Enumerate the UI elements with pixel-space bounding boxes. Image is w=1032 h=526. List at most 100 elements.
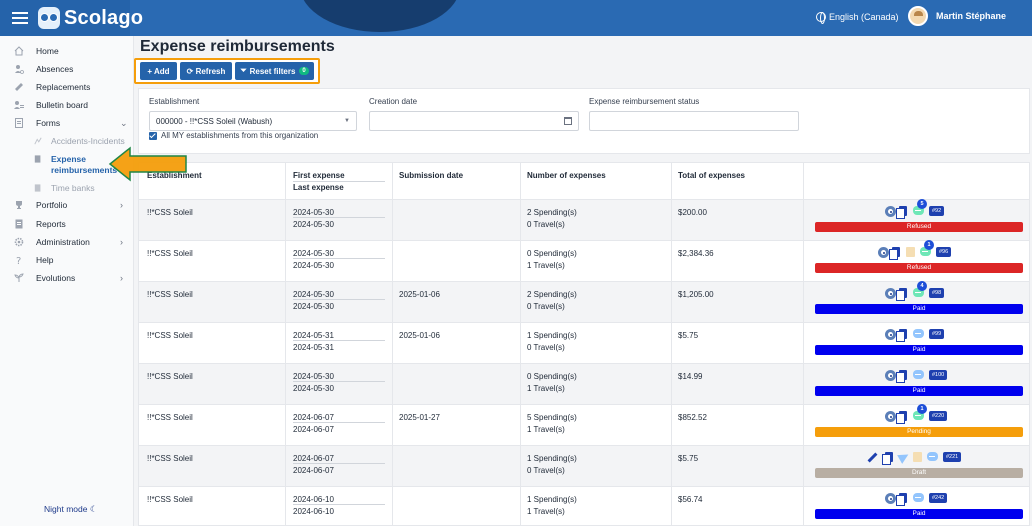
delete-trash-icon[interactable] [906,247,915,257]
row-travel-count: 0 Travel(s) [527,220,565,229]
highlight-arrow [108,146,187,182]
reimbursement-number-badge[interactable]: #99 [929,329,945,339]
row-establishment: !!*CSS Soleil [147,208,193,217]
delete-trash-icon[interactable] [913,452,922,462]
row-travel-count: 0 Travel(s) [527,302,565,311]
header-submission-date[interactable]: Submission date [399,171,463,180]
row-actions: 1 #220 Pending [811,404,1023,443]
copy-icon[interactable] [896,493,907,506]
all-establishments-checkbox[interactable]: All MY establishments from this organiza… [149,131,318,140]
table-row[interactable]: !!*CSS Soleil 2024-05-30 2024-05-30 2025-01… [139,281,1029,322]
app-logo[interactable]: Scolago [38,4,143,32]
edit-pencil-icon[interactable] [867,452,878,463]
row-spending-count: 0 Spending(s) [527,372,577,381]
cell-divider [293,504,385,505]
sprout-icon [14,273,24,282]
row-first-expense: 2024-05-30 [293,208,334,217]
establishment-select[interactable]: 000000 - !!*CSS Soleil (Wabush) ▼ [149,111,357,131]
all-establishments-label: All MY establishments from this organiza… [161,131,319,140]
establishment-label: Establishment [149,97,200,106]
comments-icon[interactable] [927,452,938,461]
copy-icon[interactable] [889,247,900,260]
copy-icon[interactable] [896,206,907,219]
sidebar-item-help[interactable]: ? Help [0,251,134,269]
reimbursement-number-badge[interactable]: #220 [929,411,948,421]
row-total: $5.75 [678,331,699,340]
table-row[interactable]: !!*CSS Soleil 2024-06-07 2024-06-07 1 Spend… [139,445,1029,486]
reimbursement-number-badge[interactable]: #96 [936,247,952,257]
sidebar-item-replacements[interactable]: Replacements [0,78,134,96]
reimbursement-number-badge[interactable]: #242 [929,493,948,503]
comments-icon[interactable] [913,493,924,502]
user-name: Martin Stéphane [936,11,1007,21]
copy-icon[interactable] [882,452,893,465]
reimbursement-number-badge[interactable]: #221 [943,452,962,462]
accident-icon [34,137,42,145]
view-eye-icon[interactable] [878,247,889,258]
view-eye-icon[interactable] [885,493,896,504]
reset-filters-button[interactable]: ⏷ Reset filters 0 [235,62,314,80]
header-last-expense[interactable]: Last expense [293,183,344,192]
view-eye-icon[interactable] [885,411,896,422]
view-eye-icon[interactable] [885,329,896,340]
reimbursement-number-badge[interactable]: #98 [929,288,945,298]
row-first-expense: 2024-05-30 [293,290,334,299]
header-total-of-expenses[interactable]: Total of expenses [678,171,745,180]
table-row[interactable]: !!*CSS Soleil 2024-05-31 2024-05-31 2025-01… [139,322,1029,363]
status-badge: Paid [815,304,1023,314]
filter-icon: ⏷ [240,66,247,75]
reimbursement-number-badge[interactable]: #100 [929,370,948,380]
table-row[interactable]: !!*CSS Soleil 2024-06-10 2024-06-10 1 Spend… [139,486,1029,525]
table-row[interactable]: !!*CSS Soleil 2024-06-07 2024-06-07 2025-01… [139,404,1029,445]
chevron-right-icon: › [120,273,123,283]
copy-icon[interactable] [896,288,907,301]
add-button[interactable]: + Add [140,62,177,80]
copy-icon[interactable] [896,411,907,424]
header-first-expense[interactable]: First expense [293,171,345,180]
view-eye-icon[interactable] [885,288,896,299]
column-divider [285,163,286,525]
column-divider [520,163,521,525]
user-menu[interactable]: Martin Stéphane [908,6,1006,26]
row-spending-count: 1 Spending(s) [527,454,577,463]
sidebar-item-reports[interactable]: Reports [0,215,134,233]
comments-icon[interactable] [913,329,924,338]
copy-icon[interactable] [896,329,907,342]
submit-send-icon[interactable] [897,450,911,464]
cell-divider [293,340,385,341]
table-row[interactable]: !!*CSS Soleil 2024-05-30 2024-05-30 2 Spend… [139,199,1029,240]
reimbursement-number-badge[interactable]: #92 [929,206,945,216]
column-divider [803,163,804,525]
avatar [908,6,928,26]
row-actions: #242 Paid [811,493,1023,525]
sidebar-item-home[interactable]: Home [0,42,134,60]
table-row[interactable]: !!*CSS Soleil 2024-05-30 2024-05-30 0 Spend… [139,240,1029,281]
sidebar-item-forms[interactable]: Forms ⌄ [0,114,134,132]
refresh-button[interactable]: ⟳ Refresh [180,62,232,80]
status-badge: Refused [815,222,1023,232]
language-selector[interactable]: English (Canada) [816,12,899,24]
night-mode-toggle[interactable]: Night mode ☾ [44,504,97,515]
hamburger-menu-icon[interactable] [12,9,28,25]
view-eye-icon[interactable] [885,206,896,217]
table-row[interactable]: !!*CSS Soleil 2024-05-30 2024-05-30 0 Spend… [139,363,1029,404]
creation-date-input[interactable] [369,111,579,131]
row-actions: 4 #98 Paid [811,281,1023,320]
sidebar-item-portfolio[interactable]: Portfolio › [0,196,134,214]
row-total: $56.74 [678,495,703,504]
view-eye-icon[interactable] [885,370,896,381]
calendar-icon [564,117,572,125]
sidebar-item-label: Replacements [36,82,91,92]
row-last-expense: 2024-05-30 [293,261,334,270]
row-travel-count: 1 Travel(s) [527,384,565,393]
sidebar-item-absences[interactable]: Absences [0,60,134,78]
sidebar-item-bulletin-board[interactable]: Bulletin board [0,96,134,114]
comments-icon[interactable] [913,370,924,379]
sidebar-item-evolutions[interactable]: Evolutions › [0,269,134,287]
status-badge: Paid [815,345,1023,355]
copy-icon[interactable] [896,370,907,383]
header-number-of-expenses[interactable]: Number of expenses [527,171,606,180]
sidebar-item-administration[interactable]: Administration › [0,233,134,251]
status-badge: Paid [815,509,1023,519]
status-select[interactable] [589,111,799,131]
